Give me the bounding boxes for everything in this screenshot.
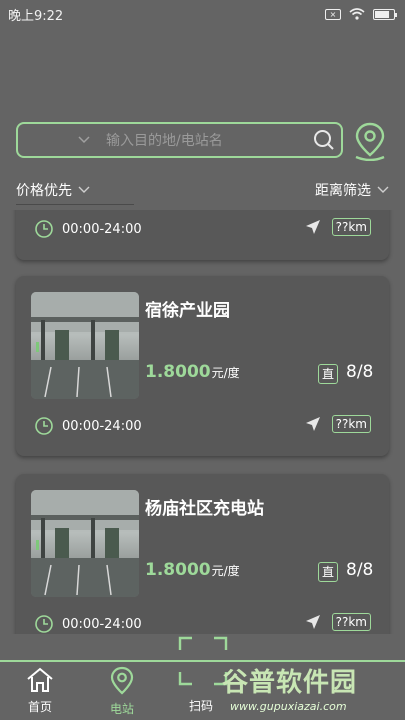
search-icon[interactable] — [309, 125, 339, 155]
chevron-down-icon — [78, 186, 90, 193]
hours-row: 00:00-24:00 — [34, 416, 142, 436]
status-time: 晚上9:22 — [8, 8, 64, 24]
station-title: 杨庙社区充电站 — [145, 499, 264, 519]
status-icons: × — [325, 8, 397, 20]
search-input[interactable]: 输入目的地/电站名 — [98, 130, 309, 150]
station-list[interactable]: 00:00-24:00 ??km 宿徐产业园 1.8000 元/度 直 8/8 … — [0, 210, 405, 634]
wifi-icon — [349, 8, 365, 20]
tab-home-label: 首页 — [27, 700, 52, 714]
clock-icon — [35, 615, 53, 633]
distance-badge: ??km — [331, 218, 371, 236]
search-bar[interactable]: 输入目的地/电站名 — [16, 122, 343, 158]
price-unit: 元/度 — [211, 564, 240, 578]
tab-home[interactable]: 首页 — [10, 666, 70, 715]
price-priority-filter[interactable]: 价格优先 — [16, 180, 90, 200]
navigation-icon[interactable] — [304, 415, 322, 433]
distance-row[interactable]: ??km — [304, 218, 371, 236]
station-card[interactable]: 00:00-24:00 ??km — [16, 210, 389, 260]
navigation-icon[interactable] — [304, 218, 322, 236]
distance-row[interactable]: ??km — [304, 415, 371, 433]
direct-charge-badge: 直 — [318, 562, 338, 582]
price: 1.8000 元/度 — [145, 362, 240, 382]
hours-row: 00:00-24:00 — [34, 219, 142, 239]
hours-text: 00:00-24:00 — [62, 221, 142, 237]
price: 1.8000 元/度 — [145, 560, 240, 580]
watermark-title: 谷普软件园 — [222, 668, 358, 698]
distance-filter-label: 距离筛选 — [315, 183, 371, 199]
station-card[interactable]: 杨庙社区充电站 1.8000 元/度 直 8/8 00:00-24:00 ??k… — [16, 474, 389, 634]
sim-icon: × — [325, 8, 341, 20]
clock-icon — [35, 220, 53, 238]
battery-icon — [373, 8, 397, 20]
tab-scan-label[interactable]: 扫码 — [189, 697, 213, 714]
available-slots: 8/8 — [346, 560, 374, 580]
clock-icon — [35, 417, 53, 435]
tab-station-label: 电站 — [109, 702, 134, 716]
navigation-icon[interactable] — [304, 613, 322, 631]
distance-row[interactable]: ??km — [304, 613, 371, 631]
location-pin-icon — [110, 666, 134, 695]
distance-badge: ??km — [331, 613, 371, 631]
price-value: 1.8000 — [145, 362, 211, 382]
filter-row: 价格优先 距离筛选 — [16, 178, 389, 202]
map-location-icon[interactable] — [350, 120, 390, 162]
distance-badge: ??km — [331, 415, 371, 433]
filter-divider — [16, 204, 134, 205]
station-photo — [31, 490, 139, 597]
hours-text: 00:00-24:00 — [62, 616, 142, 632]
distance-filter[interactable]: 距离筛选 — [315, 180, 389, 200]
watermark-url: www.gupuxiazai.com — [230, 700, 347, 713]
direct-charge-badge: 直 — [318, 364, 338, 384]
hours-text: 00:00-24:00 — [62, 418, 142, 434]
home-icon — [27, 667, 53, 692]
price-value: 1.8000 — [145, 560, 211, 580]
available-slots: 8/8 — [346, 362, 374, 382]
tab-station[interactable]: 电站 — [92, 666, 152, 717]
price-priority-label: 价格优先 — [16, 183, 72, 199]
status-bar: 晚上9:22 × — [0, 0, 405, 28]
hours-row: 00:00-24:00 — [34, 614, 142, 634]
station-title: 宿徐产业园 — [145, 301, 230, 321]
price-unit: 元/度 — [211, 366, 240, 380]
station-photo — [31, 292, 139, 399]
station-card[interactable]: 宿徐产业园 1.8000 元/度 直 8/8 00:00-24:00 ??km — [16, 276, 389, 456]
chevron-down-icon — [377, 186, 389, 193]
scan-icon[interactable] — [178, 636, 228, 686]
city-select[interactable] — [18, 124, 98, 156]
watermark-logo: 谷普软件园 www.gupuxiazai.com — [222, 662, 402, 718]
chevron-down-icon — [78, 136, 90, 144]
